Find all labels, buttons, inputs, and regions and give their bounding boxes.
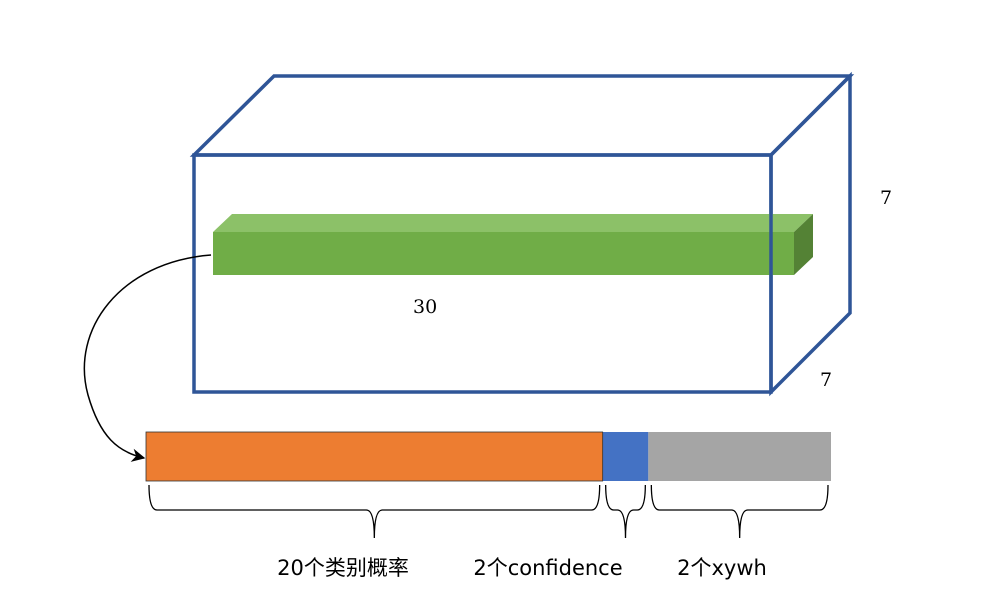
height-dimension-label: 7 [880,187,892,209]
cell-vector-top-face [213,214,813,232]
brace-xywh [650,484,829,539]
segment-label-confidence: 2个confidence [473,556,622,580]
segment-xywh [648,432,831,481]
segment-class-probabilities [146,432,603,481]
cell-vector-front-face [213,232,794,275]
vector-length-label: 30 [413,296,437,318]
cell-vector [213,214,813,275]
expand-arrow [83,254,212,462]
segment-braces [148,484,829,539]
brace-class-probabilities [148,484,601,539]
brace-confidence [605,484,646,539]
yolo-output-tensor-diagram: 7 7 30 20个类别概率 2个confidence 2个xywh [83,71,892,580]
segment-confidence [602,432,649,481]
tensor-box-top-face [189,74,855,157]
segment-label-class-probabilities: 20个类别概率 [277,556,409,580]
depth-dimension-label: 7 [820,369,832,391]
expanded-vector-bar [145,431,831,482]
segment-label-xywh: 2个xywh [677,556,767,580]
